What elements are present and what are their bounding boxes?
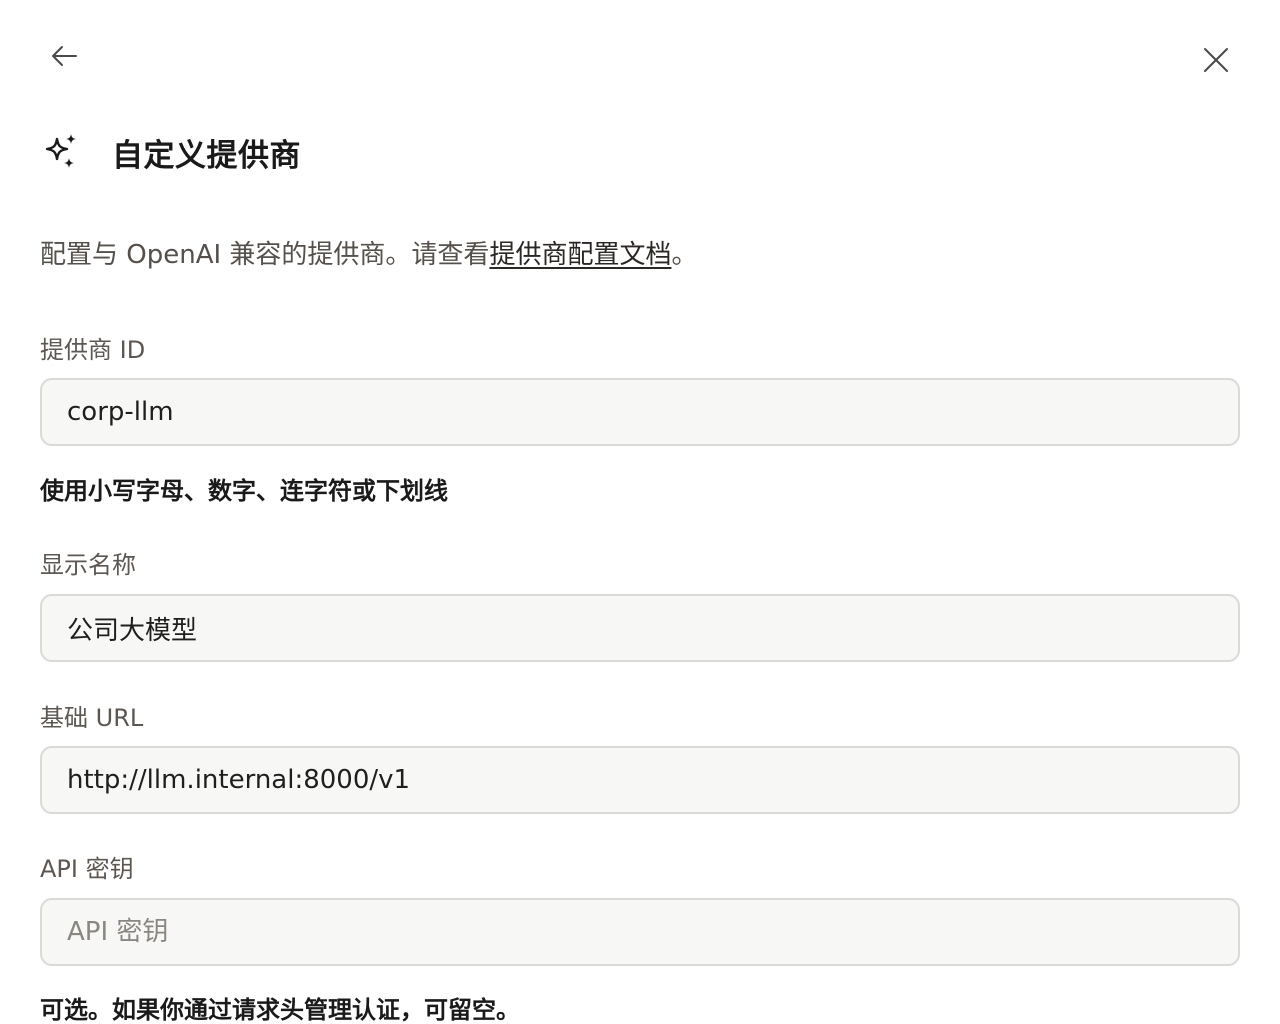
provider-docs-link[interactable]: 提供商配置文档: [489, 240, 671, 270]
description-text: 配置与 OpenAI 兼容的提供商。请查看: [40, 240, 490, 270]
dialog-header: 自定义提供商: [40, 126, 301, 178]
description-suffix: 。: [671, 240, 698, 270]
display-name-input[interactable]: [40, 594, 1240, 662]
close-icon: [1204, 48, 1228, 72]
dialog-description: 配置与 OpenAI 兼容的提供商。请查看提供商配置文档。: [40, 234, 697, 271]
base-url-label: 基础 URL: [40, 704, 144, 732]
api-key-input[interactable]: [40, 898, 1240, 966]
custom-provider-dialog: 自定义提供商 配置与 OpenAI 兼容的提供商。请查看提供商配置文档。 提供商…: [0, 0, 1280, 1024]
sparkles-icon: [45, 134, 76, 168]
base-url-input[interactable]: [40, 746, 1240, 814]
provider-id-label: 提供商 ID: [40, 336, 146, 364]
api-key-label: API 密钥: [40, 855, 134, 883]
provider-id-hint: 使用小写字母、数字、连字符或下划线: [40, 477, 448, 505]
provider-id-input[interactable]: [40, 378, 1240, 446]
display-name-label: 显示名称: [40, 551, 136, 579]
close-button[interactable]: [1192, 38, 1240, 82]
api-key-hint: 可选。如果你通过请求头管理认证，可留空。: [40, 996, 520, 1024]
back-button[interactable]: [40, 36, 88, 76]
arrow-left-icon: [52, 46, 77, 66]
dialog-title: 自定义提供商: [112, 137, 301, 174]
